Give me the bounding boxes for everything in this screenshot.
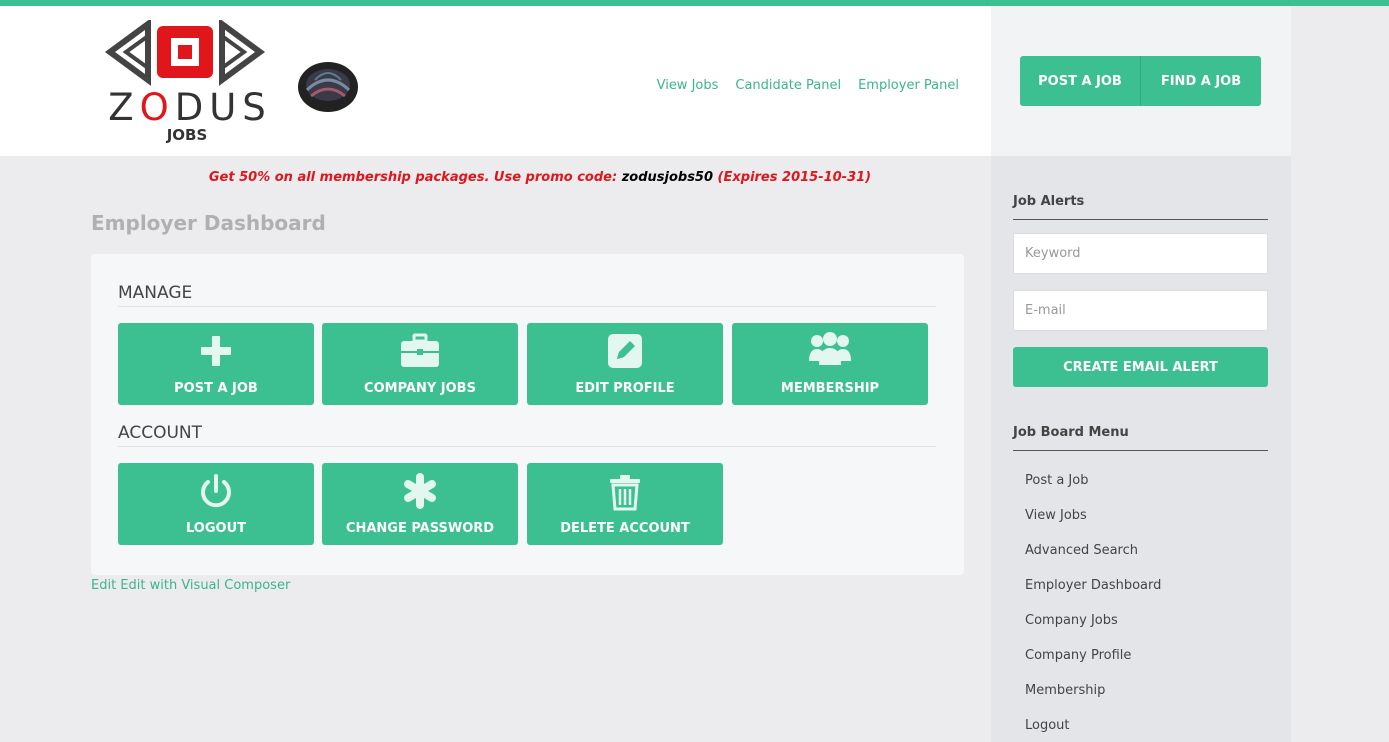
user-avatar[interactable] [297, 60, 359, 114]
tile-label: EDIT PROFILE [575, 381, 675, 396]
keyword-input[interactable] [1013, 233, 1268, 274]
site-header: ZODUS JOBS View Jobs Candidate Panel Emp… [0, 6, 991, 156]
plus-icon [201, 336, 231, 366]
tile-label: POST A JOB [174, 381, 258, 396]
nav-view-jobs[interactable]: View Jobs [657, 78, 719, 93]
promo-code: zodusjobs50 [621, 170, 714, 185]
briefcase-icon [401, 333, 439, 367]
promo-banner: Get 50% on all membership packages. Use … [208, 170, 872, 185]
menu-item-view-jobs[interactable]: View Jobs [1025, 508, 1087, 523]
company-jobs-tile[interactable]: COMPANY JOBS [322, 323, 518, 405]
membership-tile[interactable]: MEMBERSHIP [732, 323, 928, 405]
menu-item-company-profile[interactable]: Company Profile [1025, 648, 1131, 663]
tile-label: COMPANY JOBS [364, 381, 476, 396]
tile-label: CHANGE PASSWORD [345, 521, 495, 536]
page-title: Employer Dashboard [91, 211, 326, 235]
menu-item-advanced-search[interactable]: Advanced Search [1025, 543, 1138, 558]
main-nav: View Jobs Candidate Panel Employer Panel [657, 78, 959, 93]
edit-visual-composer-link[interactable]: Edit Edit with Visual Composer [91, 578, 290, 593]
menu-item-membership[interactable]: Membership [1025, 683, 1105, 698]
power-icon [201, 474, 231, 508]
tile-label: DELETE ACCOUNT [560, 521, 690, 536]
edit-profile-tile[interactable]: EDIT PROFILE [527, 323, 723, 405]
change-password-tile[interactable]: CHANGE PASSWORD [322, 463, 518, 545]
tile-label: LOGOUT [185, 521, 247, 536]
users-icon [809, 332, 851, 365]
menu-item-post-job[interactable]: Post a Job [1025, 473, 1088, 488]
manage-section-title: MANAGE [118, 283, 936, 307]
account-section-title: ACCOUNT [118, 423, 936, 447]
nav-employer-panel[interactable]: Employer Panel [858, 78, 959, 93]
logout-tile[interactable]: LOGOUT [118, 463, 314, 545]
create-email-alert-button[interactable]: CREATE EMAIL ALERT [1013, 347, 1268, 387]
menu-item-company-jobs[interactable]: Company Jobs [1025, 613, 1118, 628]
logo-subtext: JOBS [166, 126, 208, 144]
header-post-job-button[interactable]: POST A JOB [1020, 56, 1140, 106]
edit-icon [608, 334, 642, 368]
trash-icon [610, 475, 640, 511]
job-board-menu-title: Job Board Menu [1013, 425, 1268, 451]
tile-label: MEMBERSHIP [780, 381, 880, 396]
menu-item-employer-dashboard[interactable]: Employer Dashboard [1025, 578, 1161, 593]
email-input[interactable] [1013, 290, 1268, 331]
menu-item-logout[interactable]: Logout [1025, 718, 1070, 733]
nav-candidate-panel[interactable]: Candidate Panel [735, 78, 841, 93]
header-find-job-button[interactable]: FIND A JOB [1140, 56, 1261, 106]
job-alerts-title: Job Alerts [1013, 194, 1268, 220]
dashboard-panel: MANAGE POST A JOB COMPANY JOBS EDIT PROF… [91, 254, 964, 575]
logo-mark-icon [104, 18, 266, 86]
asterisk-icon [404, 473, 436, 509]
delete-account-tile[interactable]: DELETE ACCOUNT [527, 463, 723, 545]
site-logo[interactable]: ZODUS JOBS [100, 18, 280, 150]
post-job-tile[interactable]: POST A JOB [118, 323, 314, 405]
header-button-group: POST A JOB FIND A JOB [1020, 56, 1261, 106]
logo-wordmark: ZODUS [108, 86, 272, 129]
